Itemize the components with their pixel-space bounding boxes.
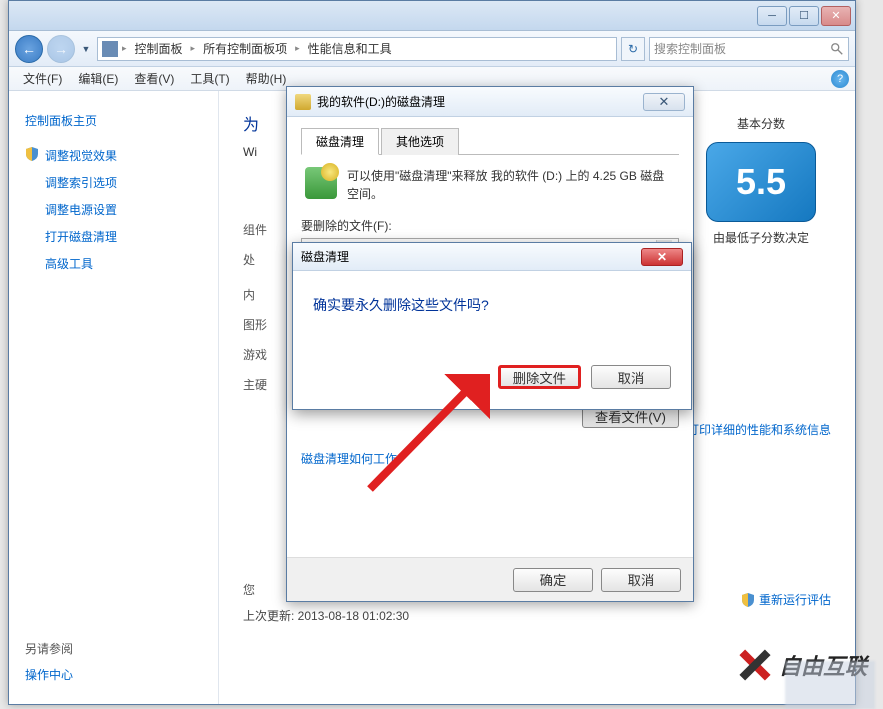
- chevron-right-icon: ▸: [293, 43, 302, 54]
- menu-file[interactable]: 文件(F): [15, 66, 70, 91]
- tab-disk-cleanup[interactable]: 磁盘清理: [301, 128, 379, 155]
- menu-edit[interactable]: 编辑(E): [70, 66, 126, 91]
- confirm-buttons: 删除文件 取消: [313, 365, 671, 389]
- dialog-description: 可以使用"磁盘清理"来释放 我的软件 (D:) 上的 4.25 GB 磁盘空间。: [347, 167, 675, 203]
- game-label: 游戏: [243, 346, 267, 363]
- nav-toolbar: ← → ▼ ▸ 控制面板 ▸ 所有控制面板项 ▸ 性能信息和工具 ↻ 搜索控制面…: [9, 31, 855, 67]
- shield-icon: [741, 593, 755, 607]
- confirm-dialog: 磁盘清理 ✕ 确实要永久删除这些文件吗? 删除文件 取消: [292, 242, 692, 410]
- chevron-right-icon: ▸: [189, 43, 198, 54]
- titlebar: ─ ☐ ✕: [9, 1, 855, 31]
- sidebar-power[interactable]: 调整电源设置: [21, 196, 206, 223]
- note-label: 您: [243, 581, 255, 598]
- confirm-cancel-button[interactable]: 取消: [591, 365, 671, 389]
- how-does-cleanup-work-link[interactable]: 磁盘清理如何工作?: [301, 450, 404, 467]
- score-header: 基本分数: [691, 115, 831, 132]
- dialog-close-button[interactable]: ✕: [643, 93, 685, 111]
- files-to-delete-label: 要删除的文件(F):: [301, 217, 679, 234]
- dialog-tabs: 磁盘清理 其他选项: [301, 127, 679, 155]
- nav-forward-button[interactable]: →: [47, 35, 75, 63]
- print-details-link[interactable]: 打印详细的性能和系统信息: [687, 421, 831, 438]
- sidebar-advanced[interactable]: 高级工具: [21, 250, 206, 277]
- sidebar-label: 调整视觉效果: [45, 149, 117, 163]
- minimize-button[interactable]: ─: [757, 6, 787, 26]
- disk-cleanup-icon: [295, 94, 311, 110]
- breadcrumb-performance[interactable]: 性能信息和工具: [302, 40, 398, 57]
- sidebar-disk-cleanup[interactable]: 打开磁盘清理: [21, 223, 206, 250]
- confirm-message: 确实要永久删除这些文件吗?: [313, 295, 671, 315]
- sidebar-visual-effects[interactable]: 调整视觉效果: [21, 142, 206, 169]
- search-input[interactable]: 搜索控制面板: [649, 37, 849, 61]
- breadcrumb[interactable]: ▸ 控制面板 ▸ 所有控制面板项 ▸ 性能信息和工具: [97, 37, 617, 61]
- rerun-label: 重新运行评估: [759, 591, 831, 608]
- nav-back-button[interactable]: ←: [15, 35, 43, 63]
- score-column: 基本分数 5.5 由最低子分数决定: [691, 115, 831, 247]
- sidebar: 控制面板主页 调整视觉效果 调整索引选项 调整电源设置 打开磁盘清理 高级工具 …: [9, 91, 219, 704]
- cleanup-large-icon: [305, 167, 337, 199]
- maximize-button[interactable]: ☐: [789, 6, 819, 26]
- proc-label: 处: [243, 251, 255, 268]
- disk-label: 主硬: [243, 376, 267, 393]
- confirm-close-button[interactable]: ✕: [641, 248, 683, 266]
- confirm-titlebar: 磁盘清理 ✕: [293, 243, 691, 271]
- dialog-footer: 确定 取消: [287, 557, 693, 601]
- tab-other-options[interactable]: 其他选项: [381, 128, 459, 155]
- search-placeholder: 搜索控制面板: [654, 40, 726, 57]
- search-icon: [830, 42, 844, 56]
- sidebar-indexing[interactable]: 调整索引选项: [21, 169, 206, 196]
- window-controls: ─ ☐ ✕: [757, 6, 851, 26]
- breadcrumb-control-panel[interactable]: 控制面板: [129, 40, 189, 57]
- help-icon[interactable]: ?: [831, 70, 849, 88]
- ok-button[interactable]: 确定: [513, 568, 593, 592]
- close-button[interactable]: ✕: [821, 6, 851, 26]
- sidebar-action-center[interactable]: 操作中心: [21, 661, 206, 688]
- watermark-secondary: [785, 661, 875, 709]
- refresh-button[interactable]: ↻: [621, 37, 645, 61]
- comp-label: 组件: [243, 221, 267, 238]
- confirm-title-text: 磁盘清理: [301, 248, 349, 265]
- nav-history-dropdown[interactable]: ▼: [79, 35, 93, 63]
- see-also-header: 另请参阅: [21, 636, 206, 661]
- dialog-description-row: 可以使用"磁盘清理"来释放 我的软件 (D:) 上的 4.25 GB 磁盘空间。: [301, 167, 679, 203]
- dialog-title-text: 我的软件(D:)的磁盘清理: [317, 93, 445, 110]
- rerun-assessment-link[interactable]: 重新运行评估: [741, 591, 831, 608]
- menu-view[interactable]: 查看(V): [126, 66, 182, 91]
- computer-icon: [102, 41, 118, 57]
- delete-files-button[interactable]: 删除文件: [498, 365, 581, 389]
- breadcrumb-all-items[interactable]: 所有控制面板项: [197, 40, 293, 57]
- sidebar-home[interactable]: 控制面板主页: [21, 107, 206, 134]
- chevron-right-icon: ▸: [120, 43, 129, 54]
- shield-icon: [25, 147, 39, 161]
- cancel-button[interactable]: 取消: [601, 568, 681, 592]
- menu-tools[interactable]: 工具(T): [182, 66, 237, 91]
- score-note: 由最低子分数决定: [691, 230, 831, 247]
- graph-label: 图形: [243, 316, 267, 333]
- mem-label: 内: [243, 286, 255, 303]
- confirm-body: 确实要永久删除这些文件吗? 删除文件 取消: [293, 271, 691, 409]
- watermark-x-icon: [737, 647, 773, 683]
- last-update-text: 上次更新: 2013-08-18 01:02:30: [243, 607, 409, 624]
- dialog-titlebar: 我的软件(D:)的磁盘清理 ✕: [287, 87, 693, 117]
- score-value: 5.5: [706, 142, 816, 222]
